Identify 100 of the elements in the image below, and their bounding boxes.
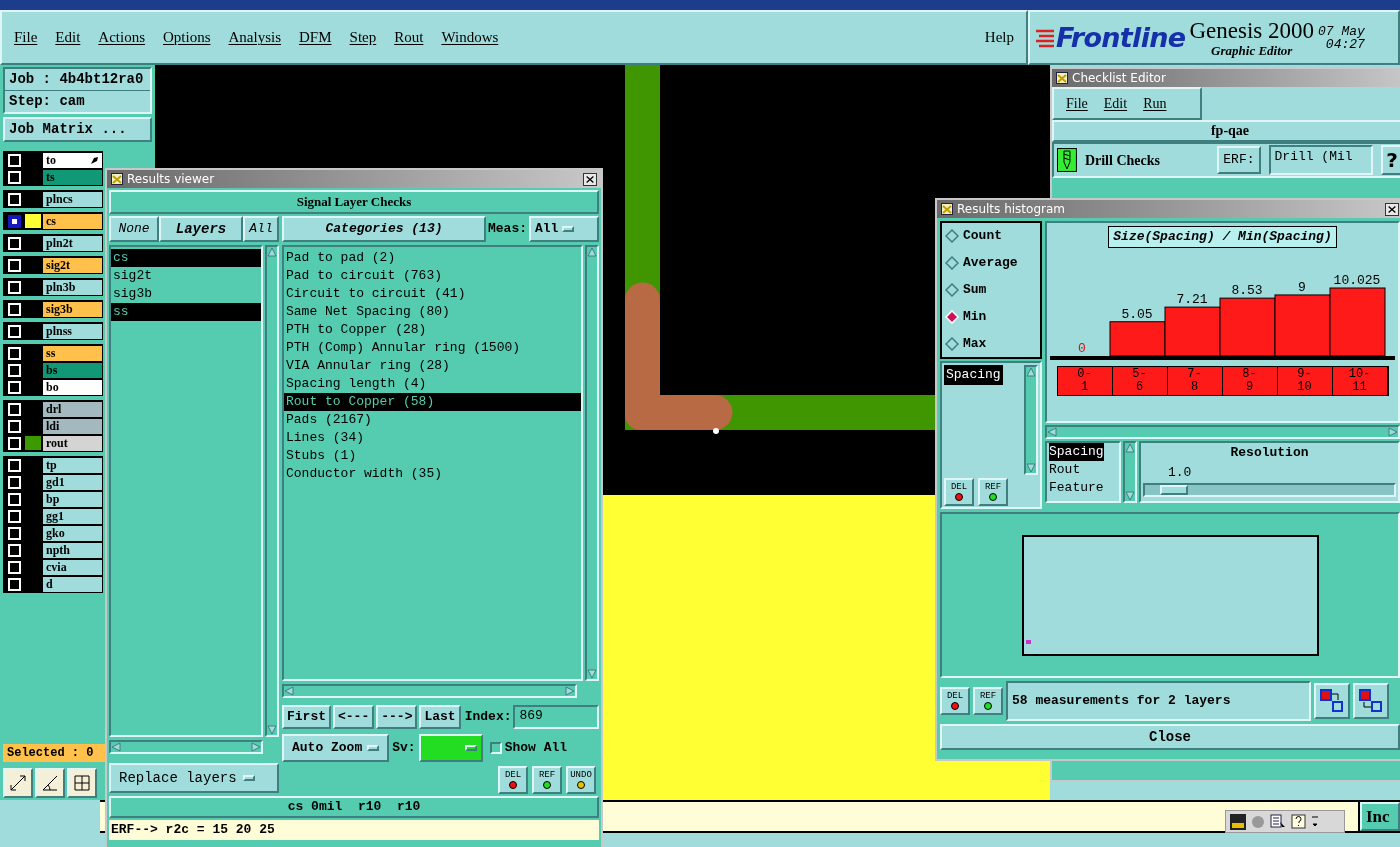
menu-item[interactable]: Edit <box>55 26 81 49</box>
radio-button[interactable] <box>945 256 959 270</box>
sv-color-dropdown[interactable] <box>418 734 483 762</box>
grid-icon[interactable] <box>67 768 97 798</box>
replace-layers-dropdown[interactable]: Replace layers <box>109 763 279 793</box>
radio-button[interactable] <box>945 337 959 351</box>
layer-name[interactable]: sig2t <box>43 257 102 273</box>
menu-item[interactable]: Options <box>163 26 211 49</box>
menu-item[interactable]: DFM <box>299 26 332 49</box>
layer-name[interactable]: bo <box>43 379 102 395</box>
layer-checkbox[interactable] <box>8 214 21 228</box>
erf-button[interactable]: ERF: <box>1217 146 1261 174</box>
field-list-item[interactable]: Rout <box>1049 461 1081 479</box>
nav-button[interactable]: Last <box>419 705 461 729</box>
layer-list-item[interactable]: ss <box>111 303 261 321</box>
menu-item[interactable]: Step <box>349 26 377 49</box>
scrollbar[interactable] <box>265 245 279 737</box>
delete-button[interactable]: DEL <box>498 766 528 794</box>
category-list-item[interactable]: Circuit to circuit (41) <box>284 285 581 303</box>
help-icon[interactable] <box>1291 814 1306 829</box>
menu-item[interactable]: Edit <box>1103 93 1128 114</box>
layer-name[interactable]: gg1 <box>43 508 102 524</box>
layer-name[interactable]: rout <box>43 435 102 451</box>
export-icon[interactable] <box>1314 683 1350 719</box>
layer-list-item[interactable]: sig2t <box>111 267 261 285</box>
scroll-right-icon[interactable] <box>565 686 575 696</box>
auto-zoom-dropdown[interactable]: Auto Zoom <box>282 734 390 762</box>
angle-icon[interactable] <box>35 768 65 798</box>
export-icon[interactable] <box>1353 683 1389 719</box>
layer-name[interactable]: gd1 <box>43 474 102 490</box>
close-icon[interactable] <box>1385 202 1399 216</box>
resize-icon[interactable] <box>3 768 33 798</box>
menu-item[interactable]: File <box>14 26 38 49</box>
category-list-item[interactable]: Spacing length (4) <box>284 375 581 393</box>
nav-button[interactable]: <--- <box>333 705 375 729</box>
menu-item[interactable]: Actions <box>98 26 145 49</box>
layer-name[interactable]: drl <box>43 401 102 417</box>
scroll-down-icon[interactable] <box>1026 463 1036 473</box>
nav-button[interactable]: ---> <box>376 705 418 729</box>
layer-name[interactable]: d <box>43 576 102 592</box>
scroll-left-icon[interactable] <box>111 742 121 752</box>
scroll-down-icon[interactable] <box>267 725 277 735</box>
layer-name[interactable]: bs <box>43 362 102 378</box>
category-list-item[interactable]: Same Net Spacing (80) <box>284 303 581 321</box>
category-list-item[interactable]: PTH to Copper (28) <box>284 321 581 339</box>
refresh-button[interactable]: REF <box>532 766 562 794</box>
scroll-up-icon[interactable] <box>587 247 597 257</box>
layer-name[interactable]: gko <box>43 525 102 541</box>
layer-name[interactable]: plnss <box>43 323 102 339</box>
layer-name[interactable]: pln3b <box>43 279 102 295</box>
category-list-item[interactable]: Conductor width (35) <box>284 465 581 483</box>
category-list-item[interactable]: Stubs (1) <box>284 447 581 465</box>
dropdown-icon[interactable] <box>1311 814 1319 829</box>
metric-list-item[interactable]: Spacing <box>944 365 1003 385</box>
layer-name[interactable]: npth <box>43 542 102 558</box>
scrollbar[interactable] <box>282 684 577 698</box>
erf-field[interactable]: Drill (Mil <box>1268 145 1374 175</box>
layer-name[interactable]: bp <box>43 491 102 507</box>
scrollbar[interactable] <box>585 245 599 681</box>
field-list-item[interactable]: Spacing <box>1049 443 1104 461</box>
scroll-right-icon[interactable] <box>1388 427 1398 437</box>
layers-button[interactable]: Layers <box>159 216 243 242</box>
layer-name[interactable]: sig3b <box>43 301 102 317</box>
field-list-item[interactable]: Feature <box>1049 479 1104 497</box>
scroll-up-icon[interactable] <box>1026 367 1036 377</box>
layer-name[interactable]: cs <box>43 213 102 229</box>
inc-button[interactable]: Inc <box>1360 802 1400 831</box>
category-list-item[interactable]: Rout to Copper (58) <box>284 393 581 411</box>
menu-item[interactable]: Run <box>1143 93 1167 114</box>
layer-name[interactable]: tp <box>43 457 102 473</box>
scroll-right-icon[interactable] <box>251 742 261 752</box>
layer-list-item[interactable]: cs <box>111 249 261 267</box>
refresh-button[interactable]: REF <box>978 478 1008 506</box>
categories-button[interactable]: Categories (13) <box>282 216 486 242</box>
category-list-item[interactable]: Pads (2167) <box>284 411 581 429</box>
scrollbar[interactable] <box>1045 425 1400 439</box>
close-button[interactable]: Close <box>940 724 1400 750</box>
show-all-checkbox[interactable] <box>489 742 502 754</box>
category-list-item[interactable]: Lines (34) <box>284 429 581 447</box>
scrollbar[interactable] <box>1123 441 1137 503</box>
layer-name[interactable]: ldi <box>43 418 102 434</box>
refresh-button[interactable]: REF <box>973 687 1003 715</box>
menu-item[interactable]: File <box>1066 93 1088 114</box>
none-button[interactable]: None <box>109 216 159 242</box>
layer-name[interactable]: ts <box>43 169 102 185</box>
layer-name[interactable]: to <box>43 152 102 168</box>
scrollbar[interactable] <box>1024 365 1038 475</box>
all-button[interactable]: All <box>243 216 279 242</box>
layer-name[interactable]: ss <box>43 345 102 361</box>
delete-button[interactable]: DEL <box>940 687 970 715</box>
scroll-left-icon[interactable] <box>284 686 294 696</box>
layer-list-item[interactable]: sig3b <box>111 285 261 303</box>
category-list-item[interactable]: VIA Annular ring (28) <box>284 357 581 375</box>
job-matrix-button[interactable]: Job Matrix ... <box>3 117 152 142</box>
radio-button[interactable] <box>945 229 959 243</box>
app-icon[interactable] <box>1230 813 1246 830</box>
scroll-down-icon[interactable] <box>587 669 597 679</box>
menu-item[interactable]: Analysis <box>228 26 282 49</box>
category-list-item[interactable]: Pad to circuit (763) <box>284 267 581 285</box>
layer-name[interactable]: plncs <box>43 191 102 207</box>
